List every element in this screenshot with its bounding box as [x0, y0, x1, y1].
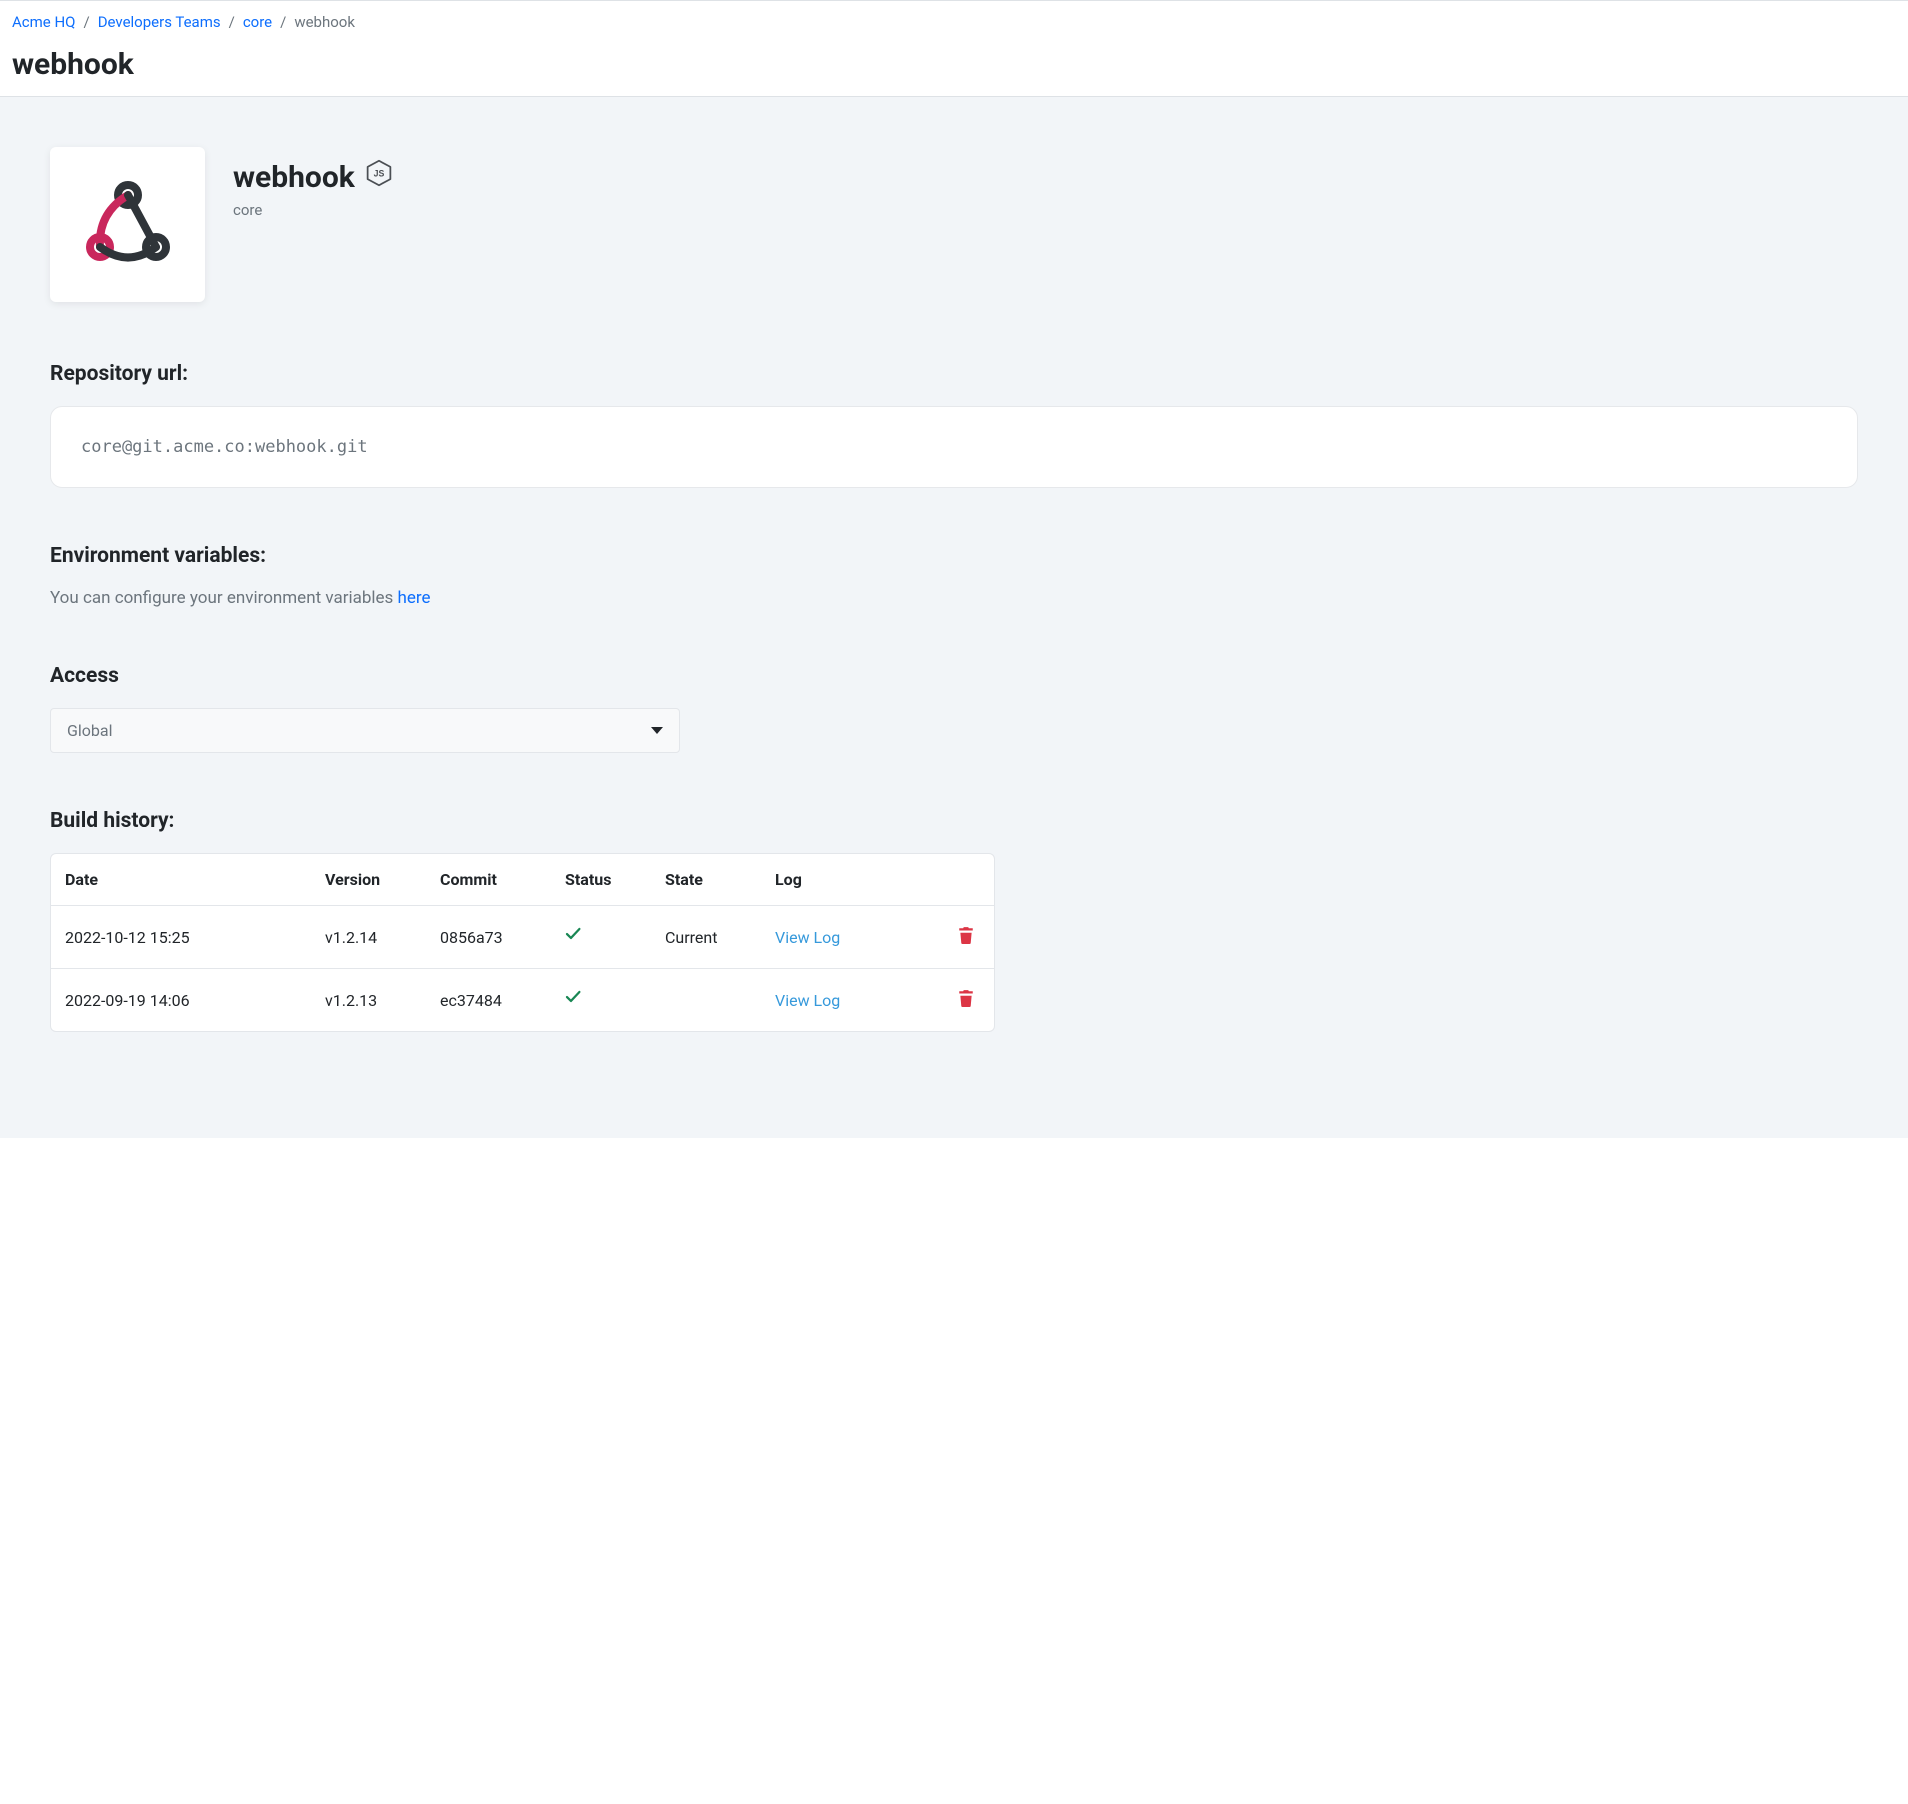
service-avatar	[50, 147, 205, 302]
svg-text:JS: JS	[373, 169, 384, 179]
breadcrumb-link-team[interactable]: core	[243, 13, 272, 31]
col-header-commit: Commit	[440, 870, 565, 889]
access-heading: Access	[50, 664, 1858, 688]
cell-state: Current	[665, 928, 775, 947]
nodejs-icon: JS	[365, 159, 393, 195]
table-row: 2022-09-19 14:06 v1.2.13 ec37484 View Lo…	[51, 969, 994, 1031]
repo-url: core@git.acme.co:webhook.git	[50, 406, 1858, 488]
col-header-status: Status	[565, 870, 665, 889]
breadcrumb-link-org[interactable]: Acme HQ	[12, 13, 76, 31]
cell-version: v1.2.13	[325, 991, 440, 1010]
cell-date: 2022-10-12 15:25	[65, 928, 325, 947]
success-check-icon	[565, 992, 583, 1011]
breadcrumb: Acme HQ / Developers Teams / core / webh…	[12, 13, 1896, 31]
col-header-state: State	[665, 870, 775, 889]
view-log-link[interactable]: View Log	[775, 991, 840, 1010]
service-team: core	[233, 201, 393, 219]
success-check-icon	[565, 929, 583, 948]
service-name: webhook	[233, 160, 355, 195]
page-title: webhook	[12, 47, 1896, 82]
breadcrumb-current: webhook	[294, 13, 355, 31]
breadcrumb-separator: /	[221, 13, 243, 31]
col-header-version: Version	[325, 870, 440, 889]
col-header-date: Date	[65, 870, 325, 889]
table-header-row: Date Version Commit Status State Log	[51, 854, 994, 906]
breadcrumb-link-group[interactable]: Developers Teams	[98, 13, 221, 31]
access-select[interactable]: Global	[50, 708, 680, 753]
delete-build-button[interactable]	[958, 992, 974, 1011]
cell-commit: 0856a73	[440, 928, 565, 947]
env-heading: Environment variables:	[50, 544, 1858, 568]
env-config-link[interactable]: here	[398, 588, 431, 608]
col-header-log: Log	[775, 870, 935, 889]
table-row: 2022-10-12 15:25 v1.2.14 0856a73 Current…	[51, 906, 994, 969]
cell-date: 2022-09-19 14:06	[65, 991, 325, 1010]
repo-heading: Repository url:	[50, 362, 1858, 386]
build-history-heading: Build history:	[50, 809, 1858, 833]
delete-build-button[interactable]	[958, 929, 974, 948]
caret-down-icon	[651, 727, 663, 734]
cell-version: v1.2.14	[325, 928, 440, 947]
env-text-prefix: You can configure your environment varia…	[50, 588, 398, 608]
build-history-table: Date Version Commit Status State Log 202…	[50, 853, 995, 1032]
env-text: You can configure your environment varia…	[50, 588, 1858, 608]
access-selected-value: Global	[67, 721, 113, 740]
breadcrumb-separator: /	[272, 13, 294, 31]
cell-commit: ec37484	[440, 991, 565, 1010]
service-header: webhook JS core	[50, 147, 1858, 302]
view-log-link[interactable]: View Log	[775, 928, 840, 947]
webhook-icon	[78, 173, 178, 277]
breadcrumb-separator: /	[76, 13, 98, 31]
